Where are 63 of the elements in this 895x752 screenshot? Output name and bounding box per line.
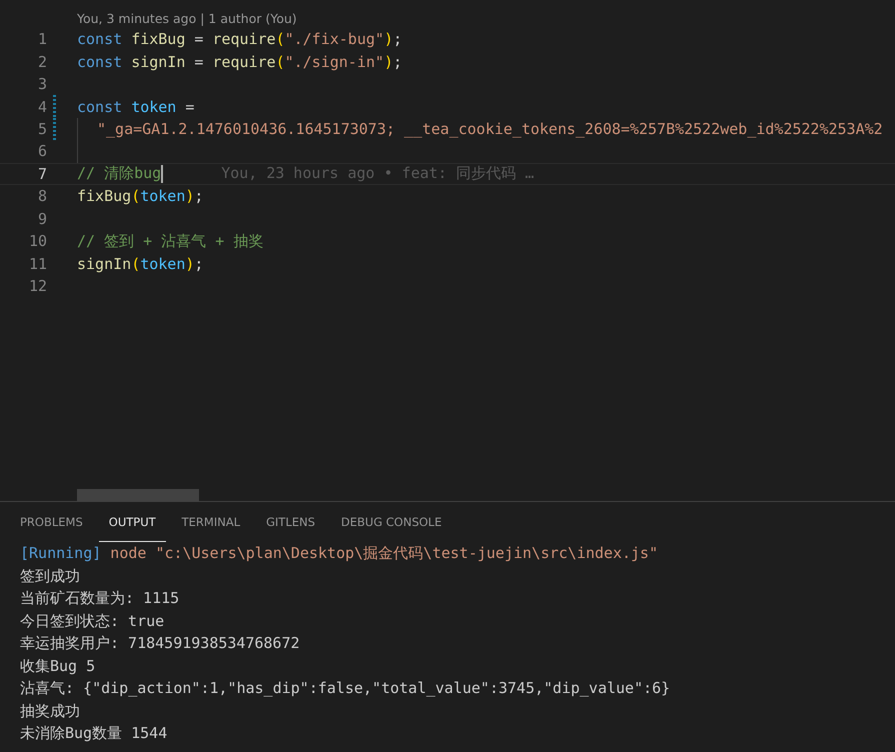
output-line: 幸运抽奖用户: 7184591938534768672 — [20, 633, 301, 654]
code-token: ) — [185, 254, 194, 273]
code-token: ( — [131, 187, 140, 206]
codelens-text[interactable]: You, 3 minutes ago | 1 author (You) — [0, 0, 895, 28]
line-number: 8 — [36, 187, 47, 206]
code-token: // 签到 + 沾喜气 + 抽奖 — [77, 232, 264, 251]
line-number: 12 — [28, 277, 47, 296]
line-number: 7 — [36, 164, 47, 183]
code-token: signIn — [131, 52, 186, 71]
code-token: const — [77, 30, 124, 48]
line-number: 11 — [28, 254, 47, 273]
code-token: ( — [276, 30, 285, 48]
code-token: const — [77, 52, 124, 71]
command-text: node "c:\Users\plan\Desktop\掘金代码\test-juejin\src\index.js" — [109, 544, 658, 562]
code-token: ; — [393, 30, 402, 48]
code-token: ( — [131, 254, 140, 273]
code-token: = — [193, 52, 204, 71]
code-token: // 清除bug — [77, 164, 162, 184]
panel-tab[interactable]: DEBUG CONSOLE — [331, 502, 452, 542]
line-number: 4 — [36, 98, 47, 116]
line-number: 10 — [28, 232, 47, 250]
output-line: 当前矿石数量为: 1115 — [20, 588, 180, 609]
code-token: ; — [194, 187, 204, 206]
code-token: signIn — [77, 254, 132, 273]
code-token: = — [184, 98, 194, 116]
code-token: "./sign-in" — [284, 52, 384, 71]
code-token: = — [193, 30, 204, 48]
output-line: 今日签到状态: true — [20, 610, 166, 632]
code-token: "./fix-bug" — [284, 30, 384, 48]
line-number: 2 — [36, 52, 47, 71]
line-number: 1 — [36, 30, 47, 48]
line-number: 9 — [36, 210, 47, 228]
code-token: token — [140, 254, 186, 273]
code-token: "_ga=GA1.2.1476010436.1645173073; __tea_cookie_tokens_2608=%257B%2522web_id%2522%253A%2 — [97, 120, 883, 138]
panel-tab[interactable]: GITLENS — [256, 502, 326, 542]
panel-tab[interactable]: TERMINAL — [172, 502, 250, 542]
text-cursor — [161, 164, 164, 183]
code-token: const — [77, 98, 124, 116]
line-number: 6 — [36, 142, 47, 160]
blame-annotation: You, 23 hours ago • feat: 同步代码 … — [221, 164, 534, 184]
code-token: fixBug — [131, 30, 186, 48]
code-token: ) — [384, 52, 394, 71]
code-token: fixBug — [77, 187, 132, 206]
code-token: token — [140, 187, 186, 206]
output-line: 收集Bug 5 — [20, 656, 96, 676]
code-token: require — [212, 52, 276, 71]
code-token: require — [212, 30, 276, 48]
output-line: 沾喜气: {"dip_action":1,"has_dip":false,"total_value":3745,"dip_value":6} — [20, 678, 672, 699]
panel-tab[interactable]: PROBLEMS — [10, 502, 93, 542]
running-tag: [Running] — [20, 544, 102, 562]
panel-tab[interactable]: OUTPUT — [98, 502, 166, 542]
code-token: ) — [384, 30, 394, 48]
scrollbar-thumb[interactable] — [77, 489, 199, 501]
code-token: ( — [276, 52, 285, 71]
code-token: ; — [194, 254, 204, 273]
line-number: 3 — [36, 75, 47, 94]
code-token: ) — [185, 187, 194, 206]
line-number: 5 — [36, 120, 47, 138]
code-token: ; — [393, 52, 402, 71]
output-line: 未消除Bug数量 1544 — [20, 723, 168, 744]
output-line: 签到成功 — [20, 566, 81, 586]
output-line: 抽奖成功 — [20, 700, 81, 722]
code-token: token — [131, 98, 176, 116]
